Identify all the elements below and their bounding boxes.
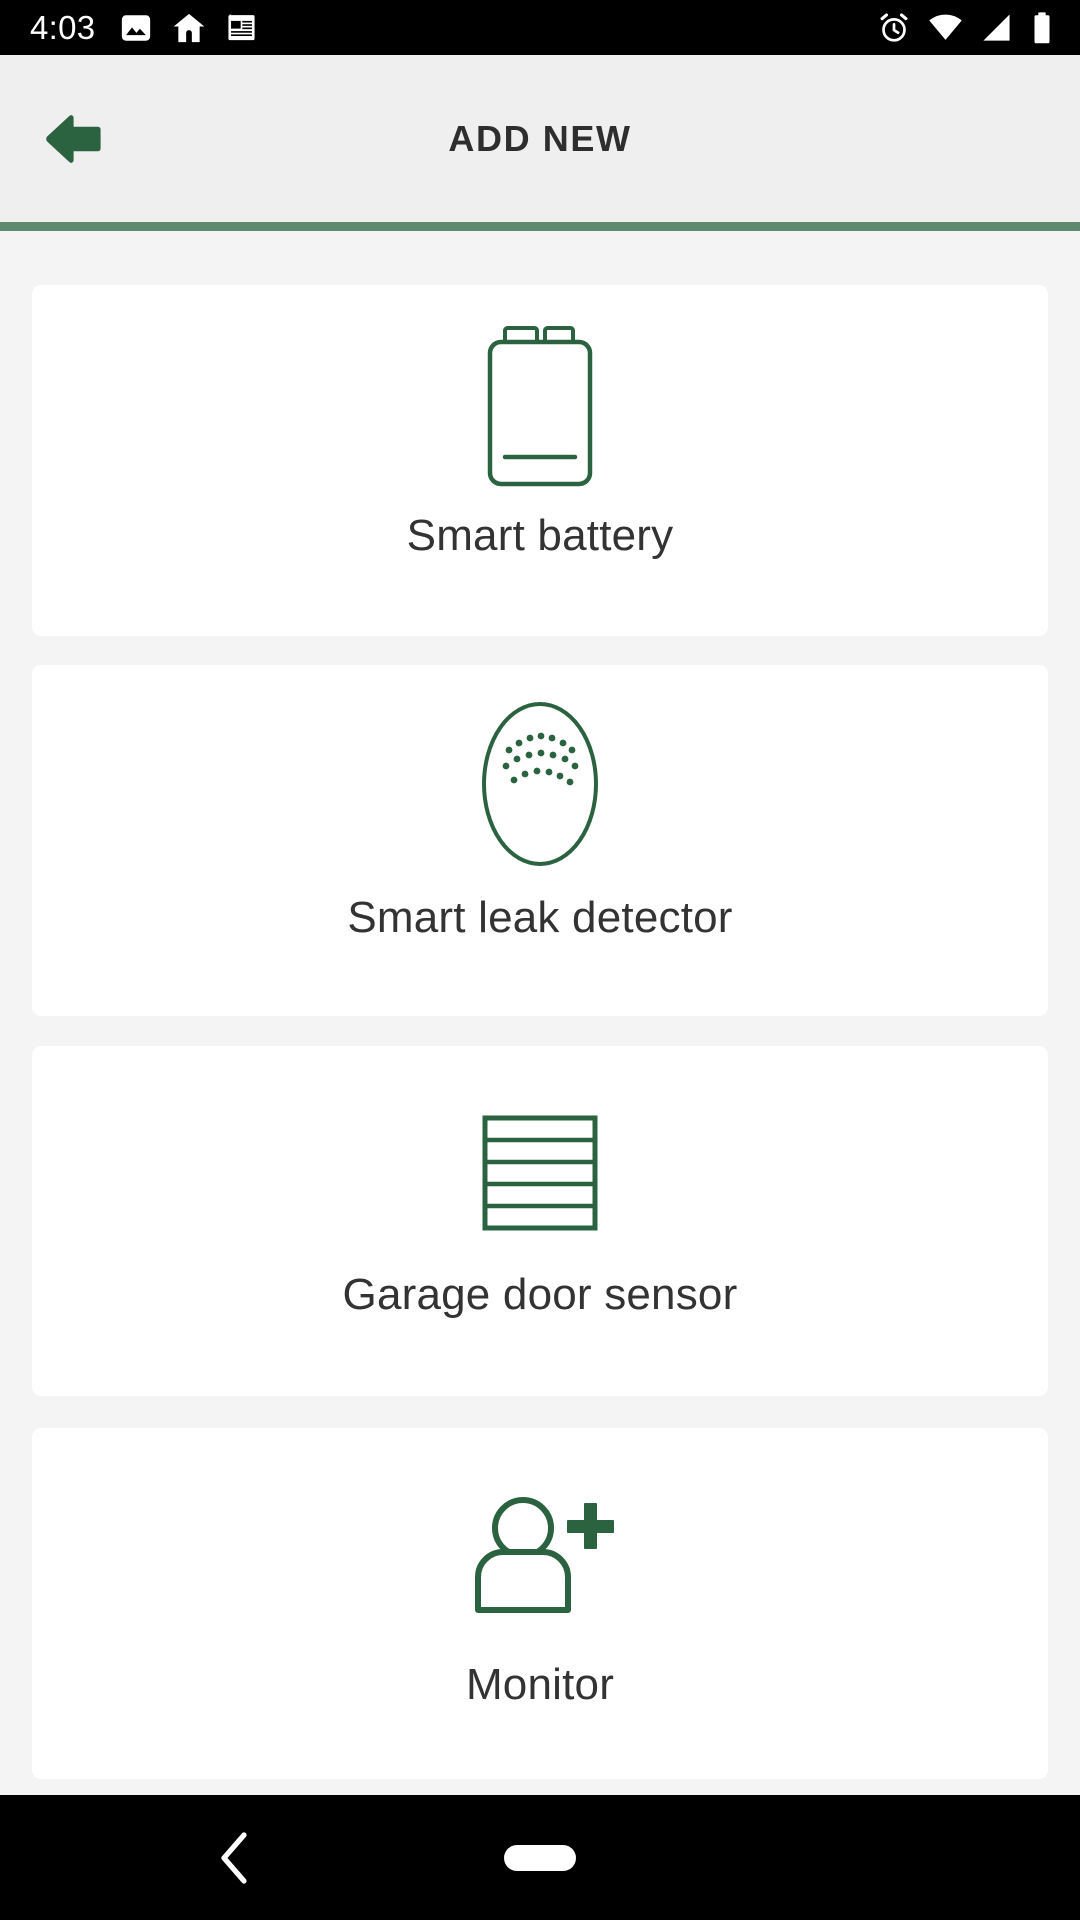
status-notification-icons <box>119 10 258 46</box>
card-smart-battery[interactable]: Smart battery <box>32 285 1048 636</box>
nav-home-indicator[interactable] <box>504 1844 576 1871</box>
add-person-icon <box>475 1496 614 1613</box>
card-icon-wrap <box>32 1428 1048 1643</box>
card-smart-leak-detector[interactable]: Smart leak detector <box>32 665 1048 1016</box>
status-clock: 4:03 <box>30 9 96 46</box>
status-bar: 4:03 <box>0 0 1080 55</box>
card-icon-wrap <box>32 665 1048 880</box>
nav-back-button[interactable] <box>205 1828 265 1888</box>
card-garage-door-sensor[interactable]: Garage door sensor <box>32 1046 1048 1396</box>
home-icon <box>174 13 205 42</box>
card-label: Monitor <box>465 1660 615 1709</box>
news-icon <box>228 14 255 41</box>
header-divider <box>0 222 1080 231</box>
system-navigation-bar <box>0 1795 1080 1920</box>
card-label: Garage door sensor <box>342 1270 738 1319</box>
card-monitor[interactable]: Monitor <box>32 1428 1048 1779</box>
cellular-signal-icon <box>983 14 1010 41</box>
app-header: ADD NEW <box>0 55 1080 222</box>
arrow-left-icon <box>46 114 101 163</box>
device-type-list: Smart battery Smart leak detector Garage… <box>0 231 1080 1795</box>
card-icon-wrap <box>32 1046 1048 1261</box>
alarm-icon <box>880 12 908 42</box>
back-button[interactable] <box>36 102 110 176</box>
battery-9v-icon <box>487 326 593 487</box>
leak-detector-icon <box>482 701 598 866</box>
garage-door-icon <box>482 1115 598 1230</box>
chevron-left-icon <box>221 1831 247 1884</box>
battery-icon <box>1034 11 1050 43</box>
page-title: ADD NEW <box>448 117 632 159</box>
app-screen: 4:03 ADD NEW Smart battery Smart leak de… <box>0 0 1080 1920</box>
card-icon-wrap <box>32 285 1048 500</box>
card-label: Smart battery <box>406 511 674 560</box>
status-system-icons <box>877 10 1054 45</box>
image-icon <box>122 14 151 41</box>
wifi-icon <box>929 14 962 40</box>
card-label: Smart leak detector <box>347 893 733 942</box>
